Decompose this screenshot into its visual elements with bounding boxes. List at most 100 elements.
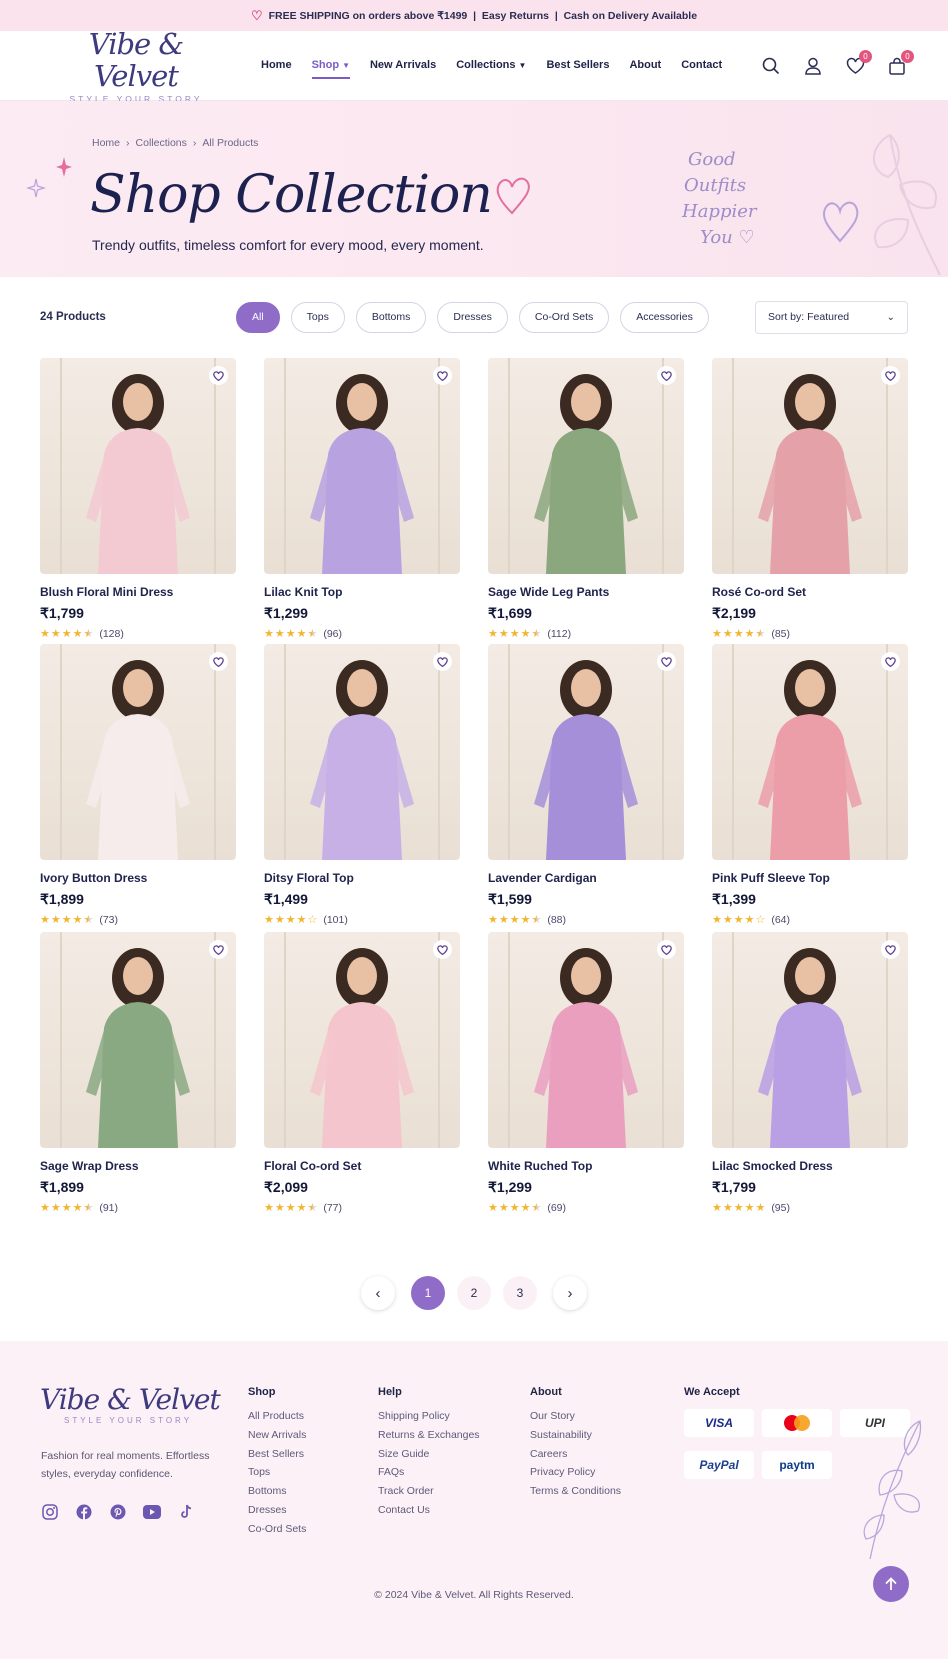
product-name[interactable]: White Ruched Top	[488, 1159, 684, 1173]
footer-link[interactable]: Shipping Policy	[378, 1407, 480, 1426]
product-image[interactable]	[264, 932, 460, 1148]
filter-chip-dresses[interactable]: Dresses	[437, 301, 508, 333]
facebook-icon[interactable]	[75, 1503, 93, 1521]
wishlist-icon[interactable]: 0	[844, 49, 872, 77]
wishlist-heart-icon[interactable]	[881, 940, 900, 959]
filter-chip-all[interactable]: All	[236, 301, 280, 333]
breadcrumb-home[interactable]: Home	[92, 137, 120, 149]
wishlist-heart-icon[interactable]	[657, 652, 676, 671]
footer-link[interactable]: Bottoms	[248, 1482, 306, 1501]
product-image[interactable]	[264, 644, 460, 860]
product-name[interactable]: Floral Co-ord Set	[264, 1159, 460, 1173]
footer-link[interactable]: Co-Ord Sets	[248, 1520, 306, 1539]
user-icon[interactable]	[802, 55, 824, 77]
footer-link[interactable]: Tops	[248, 1463, 306, 1482]
wishlist-heart-icon[interactable]	[209, 940, 228, 959]
wishlist-heart-icon[interactable]	[657, 940, 676, 959]
product-card[interactable]: Pink Puff Sleeve Top ₹1,399 ★★★★☆ (64)	[712, 644, 908, 946]
product-card[interactable]: Blush Floral Mini Dress ₹1,799 ★★★★★ (128)	[40, 358, 236, 660]
product-name[interactable]: Sage Wrap Dress	[40, 1159, 236, 1173]
wishlist-heart-icon[interactable]	[209, 652, 228, 671]
brand-logo[interactable]: Vibe & Velvet STYLE YOUR STORY	[46, 28, 226, 104]
wishlist-heart-icon[interactable]	[657, 366, 676, 385]
footer-link[interactable]: New Arrivals	[248, 1426, 306, 1445]
product-image[interactable]	[488, 932, 684, 1148]
product-image[interactable]	[40, 644, 236, 860]
product-card[interactable]: Floral Co-ord Set ₹2,099 ★★★★★ (77)	[264, 932, 460, 1234]
instagram-icon[interactable]	[41, 1503, 59, 1521]
page-button-3[interactable]: 3	[503, 1276, 537, 1310]
wishlist-heart-icon[interactable]	[433, 652, 452, 671]
footer-link[interactable]: Sustainability	[530, 1426, 621, 1445]
product-card[interactable]: White Ruched Top ₹1,299 ★★★★★ (69)	[488, 932, 684, 1234]
product-name[interactable]: Lilac Smocked Dress	[712, 1159, 908, 1173]
next-page-button[interactable]: ›	[553, 1276, 587, 1310]
product-image[interactable]	[712, 932, 908, 1148]
footer-link[interactable]: Returns & Exchanges	[378, 1426, 480, 1445]
product-card[interactable]: Sage Wrap Dress ₹1,899 ★★★★★ (91)	[40, 932, 236, 1234]
footer-link[interactable]: Privacy Policy	[530, 1463, 621, 1482]
product-card[interactable]: Ivory Button Dress ₹1,899 ★★★★★ (73)	[40, 644, 236, 946]
product-card[interactable]: Sage Wide Leg Pants ₹1,699 ★★★★★ (112)	[488, 358, 684, 660]
footer-link[interactable]: Our Story	[530, 1407, 621, 1426]
breadcrumb-collections[interactable]: Collections	[136, 137, 187, 149]
product-card[interactable]: Lavender Cardigan ₹1,599 ★★★★★ (88)	[488, 644, 684, 946]
product-image[interactable]	[40, 358, 236, 574]
footer-link[interactable]: Dresses	[248, 1501, 306, 1520]
page-button-2[interactable]: 2	[457, 1276, 491, 1310]
nav-contact[interactable]: Contact	[681, 53, 722, 79]
product-card[interactable]: Ditsy Floral Top ₹1,499 ★★★★☆ (101)	[264, 644, 460, 946]
product-card[interactable]: Lilac Smocked Dress ₹1,799 ★★★★★ (95)	[712, 932, 908, 1234]
product-name[interactable]: Ivory Button Dress	[40, 871, 236, 885]
nav-best-sellers[interactable]: Best Sellers	[546, 53, 609, 79]
tiktok-icon[interactable]	[177, 1503, 195, 1521]
filter-chip-bottoms[interactable]: Bottoms	[355, 301, 427, 333]
search-icon[interactable]	[760, 55, 782, 77]
product-card[interactable]: Rosé Co-ord Set ₹2,199 ★★★★★ (85)	[712, 358, 908, 660]
footer-link[interactable]: Contact Us	[378, 1501, 480, 1520]
pinterest-icon[interactable]	[109, 1503, 127, 1521]
nav-about[interactable]: About	[629, 53, 661, 79]
footer-link[interactable]: FAQs	[378, 1463, 480, 1482]
product-image[interactable]	[712, 644, 908, 860]
product-image[interactable]	[264, 358, 460, 574]
cart-bag-icon[interactable]: 0	[886, 49, 914, 77]
prev-page-button[interactable]: ‹	[361, 1276, 395, 1310]
product-name[interactable]: Sage Wide Leg Pants	[488, 585, 684, 599]
nav-home[interactable]: Home	[261, 53, 292, 79]
footer-link[interactable]: Best Sellers	[248, 1445, 306, 1464]
product-image[interactable]	[712, 358, 908, 574]
product-name[interactable]: Blush Floral Mini Dress	[40, 585, 236, 599]
footer-link[interactable]: Track Order	[378, 1482, 480, 1501]
wishlist-heart-icon[interactable]	[881, 366, 900, 385]
product-name[interactable]: Lavender Cardigan	[488, 871, 684, 885]
sort-dropdown[interactable]: Sort by: Featured ⌄	[755, 300, 908, 334]
filter-chip-tops[interactable]: Tops	[290, 301, 345, 333]
wishlist-heart-icon[interactable]	[881, 652, 900, 671]
product-name[interactable]: Lilac Knit Top	[264, 585, 460, 599]
footer-logo[interactable]: Vibe & Velvet STYLE YOUR STORY	[40, 1383, 221, 1425]
filter-chip-accessories[interactable]: Accessories	[620, 301, 709, 333]
wishlist-heart-icon[interactable]	[209, 366, 228, 385]
product-image[interactable]	[488, 644, 684, 860]
wishlist-heart-icon[interactable]	[433, 366, 452, 385]
back-to-top-button[interactable]	[873, 1566, 909, 1602]
product-image[interactable]	[40, 932, 236, 1148]
product-card[interactable]: Lilac Knit Top ₹1,299 ★★★★★ (96)	[264, 358, 460, 660]
product-name[interactable]: Pink Puff Sleeve Top	[712, 871, 908, 885]
page-button-1[interactable]: 1	[411, 1276, 445, 1310]
product-name[interactable]: Ditsy Floral Top	[264, 871, 460, 885]
product-price: ₹1,299	[264, 605, 308, 621]
nav-new-arrivals[interactable]: New Arrivals	[370, 53, 436, 79]
product-image[interactable]	[488, 358, 684, 574]
youtube-icon[interactable]	[143, 1503, 161, 1521]
footer-link[interactable]: Terms & Conditions	[530, 1482, 621, 1501]
filter-chip-co-ord-sets[interactable]: Co-Ord Sets	[518, 301, 610, 333]
wishlist-heart-icon[interactable]	[433, 940, 452, 959]
footer-link[interactable]: Size Guide	[378, 1445, 480, 1464]
product-name[interactable]: Rosé Co-ord Set	[712, 585, 908, 599]
nav-shop[interactable]: Shop ▼	[311, 53, 350, 79]
nav-collections[interactable]: Collections ▼	[456, 53, 526, 79]
footer-link[interactable]: All Products	[248, 1407, 306, 1426]
footer-link[interactable]: Careers	[530, 1445, 621, 1464]
